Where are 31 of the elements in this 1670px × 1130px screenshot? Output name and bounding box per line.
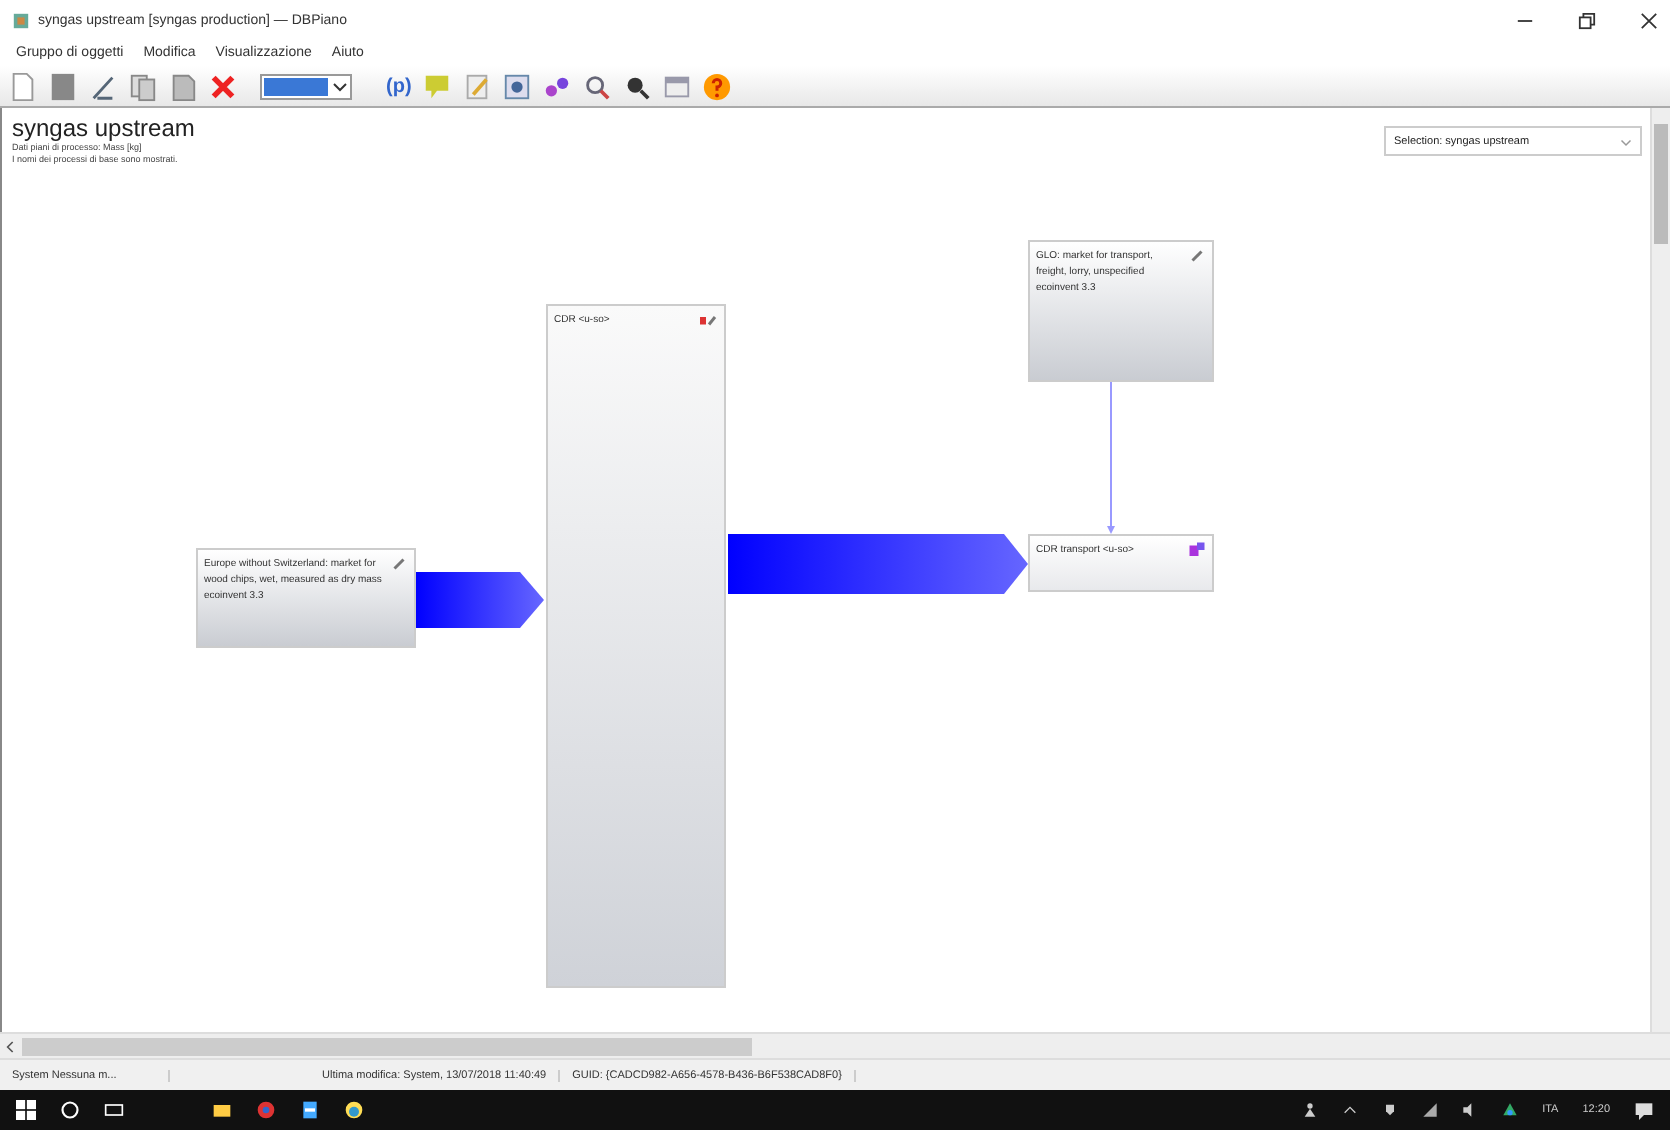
zoom-dropdown[interactable] [260,73,352,99]
window-icon[interactable] [661,71,692,101]
task-view-icon[interactable] [104,1100,124,1120]
browser-icon[interactable] [256,1100,276,1120]
diagram-title: syngas upstream [12,114,195,142]
dropdown-caret-icon[interactable] [332,78,348,94]
copy-icon[interactable] [128,71,158,101]
notification-icon[interactable] [1634,1100,1654,1120]
parameter-button[interactable]: (p) [386,75,412,97]
paste-icon[interactable] [168,71,198,101]
app-icon [12,11,30,29]
app-icon[interactable] [300,1100,320,1120]
delete-icon[interactable] [208,71,238,101]
windows-start-icon[interactable] [16,1100,36,1120]
save-icon[interactable] [48,71,78,101]
network-icon[interactable] [1422,1102,1439,1118]
app-icon[interactable] [344,1100,364,1120]
flow-arrow [416,572,544,628]
scrollbar-thumb[interactable] [1654,124,1668,244]
shield-icon[interactable] [1382,1102,1399,1118]
restore-icon[interactable] [1578,11,1596,29]
scrollbar-thumb[interactable] [22,1037,752,1055]
person-icon[interactable] [1302,1102,1319,1118]
scroll-left-icon[interactable] [6,1039,16,1053]
folder-icon[interactable] [212,1100,232,1120]
caret-icon[interactable] [1342,1102,1359,1118]
search-icon[interactable] [60,1100,80,1120]
zoom-in-icon[interactable] [581,71,612,101]
help-icon[interactable] [701,71,732,101]
new-document-icon[interactable] [8,71,38,101]
close-icon[interactable] [1640,11,1658,29]
